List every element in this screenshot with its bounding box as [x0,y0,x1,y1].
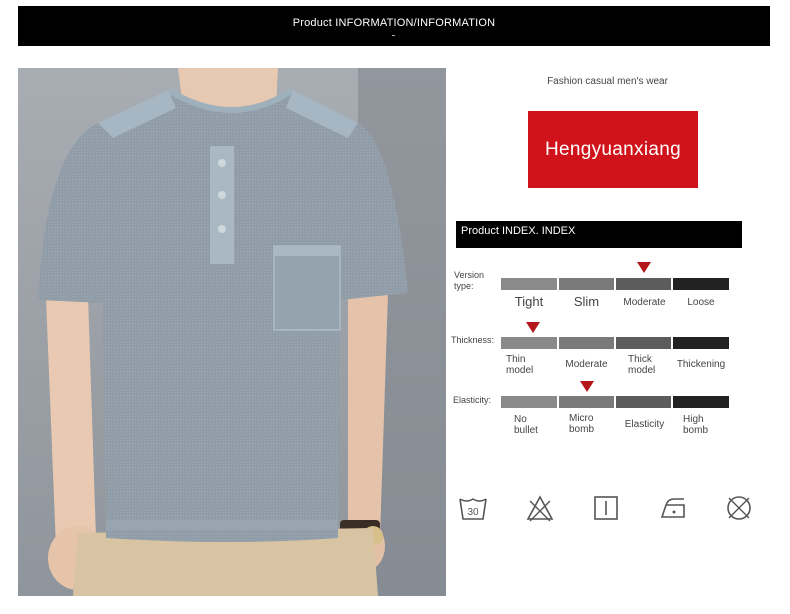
header-bar: Product INFORMATION/INFORMATION [18,6,770,46]
option-label: Slim [573,294,600,309]
option-label: Loose [687,297,715,308]
product-subtitle: Fashion casual men's wear [547,76,668,87]
option-label: Moderate [565,359,608,370]
scale-segment [673,396,729,408]
scale-segment [559,278,614,290]
scale-segment [559,337,614,349]
scale-segment [616,396,671,408]
index-header: Product INDEX. INDEX [456,221,742,248]
header-title: Product INFORMATION/INFORMATION [292,17,496,29]
option-label: High bomb [683,414,709,436]
selection-marker [580,381,594,392]
scale-segment [501,278,557,290]
wash-30-icon: 30 [458,493,488,523]
scale-segment [501,337,557,349]
option-label: Moderate [623,297,666,308]
selection-marker [637,262,651,273]
option-label: No bullet [514,414,538,436]
brand-logo: Hengyuanxiang [528,111,698,188]
no-dry-clean-icon [724,493,754,523]
scale-segment [501,396,557,408]
iron-icon [656,493,686,523]
scale-segment [559,396,614,408]
scale-segment [673,337,729,349]
scale-segment [616,278,671,290]
option-label: Thick model [628,354,656,376]
scale-segment [673,278,729,290]
option-label: Thin model [506,354,534,376]
model-image [38,68,446,596]
header-divider [392,35,395,36]
metric-label-elasticity: Elasticity: [453,395,492,405]
index-header-title: Product INDEX. INDEX [461,225,576,237]
metric-label-version-type: Version type: [454,270,485,291]
scale-segment [616,337,671,349]
metric-label-thickness: Thickness: [451,335,495,345]
product-photo [18,68,446,596]
option-label: Elasticity [624,419,665,430]
option-label: Thickening [676,359,726,370]
option-label: Tight [514,294,544,309]
option-label: Micro bomb [569,413,595,435]
svg-text:30: 30 [467,507,479,518]
selection-marker [526,322,540,333]
no-bleach-icon [525,493,555,523]
tumble-dry-icon [591,493,621,523]
